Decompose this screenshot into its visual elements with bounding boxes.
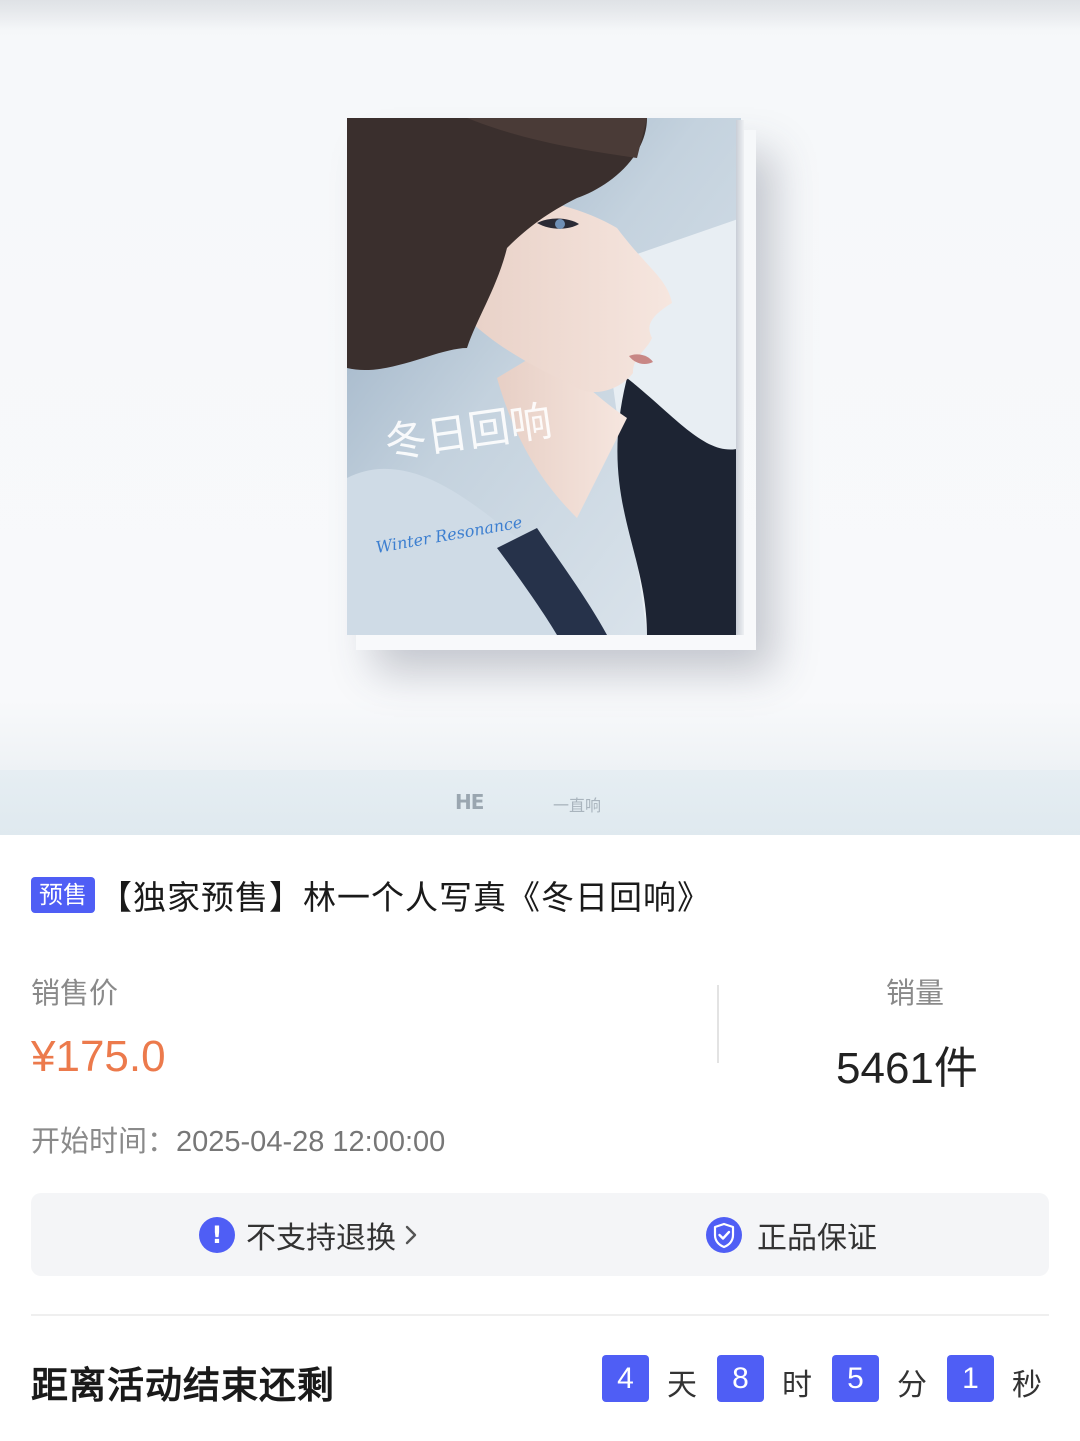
no-return-label: 不支持退换 <box>246 1220 396 1256</box>
price-label: 销售价 <box>31 976 119 1010</box>
image-footer-strip <box>0 770 1080 835</box>
product-title-row: 预售 【独家预售】林一个人写真《冬日回响》 <box>31 872 711 918</box>
start-time-row: 开始时间：2025-04-28 12:00:00 <box>31 1118 445 1160</box>
sales-value: 5461件 <box>836 1044 978 1093</box>
countdown-minutes-unit: 分 <box>897 1368 927 1403</box>
authentic-label: 正品保证 <box>757 1220 877 1256</box>
he-logo: HE <box>455 790 484 814</box>
photobook-cover: 冬日回响 Winter Resonance <box>347 118 741 635</box>
start-time-label: 开始时间： <box>31 1124 177 1158</box>
product-title: 【独家预售】林一个人写真《冬日回响》 <box>99 878 711 917</box>
start-time-value: 2025-04-28 12:00:00 <box>176 1126 446 1158</box>
cover-portrait: 冬日回响 Winter Resonance <box>347 118 741 635</box>
service-guarantee-bar: ! 不支持退换 正品保证 <box>31 1193 1049 1276</box>
vertical-divider <box>717 985 719 1063</box>
chevron-right-icon <box>405 1225 417 1244</box>
countdown-days-unit: 天 <box>667 1368 697 1403</box>
price-value: ¥175.0 <box>31 1032 166 1081</box>
yizhixiang-logo: 一直响 <box>553 796 602 815</box>
no-return-button[interactable]: ! 不支持退换 <box>199 1193 420 1276</box>
countdown-minutes: 5 <box>832 1355 879 1402</box>
countdown-days: 4 <box>602 1355 649 1402</box>
countdown-hours-unit: 时 <box>782 1368 812 1403</box>
countdown-seconds: 1 <box>947 1355 994 1402</box>
book-spine <box>736 120 744 635</box>
exclamation-circle-icon: ! <box>199 1216 235 1253</box>
sales-label: 销量 <box>886 976 945 1010</box>
section-divider <box>31 1314 1049 1316</box>
shield-check-icon <box>706 1216 742 1253</box>
presale-badge: 预售 <box>31 877 95 913</box>
countdown-hours: 8 <box>717 1355 764 1402</box>
top-fade <box>0 0 1080 30</box>
countdown-label: 距离活动结束还剩 <box>31 1364 335 1407</box>
authentic-guarantee[interactable]: 正品保证 <box>705 1193 877 1276</box>
countdown-seconds-unit: 秒 <box>1012 1368 1042 1403</box>
product-image[interactable]: 冬日回响 Winter Resonance HE 一直响 <box>0 0 1080 835</box>
